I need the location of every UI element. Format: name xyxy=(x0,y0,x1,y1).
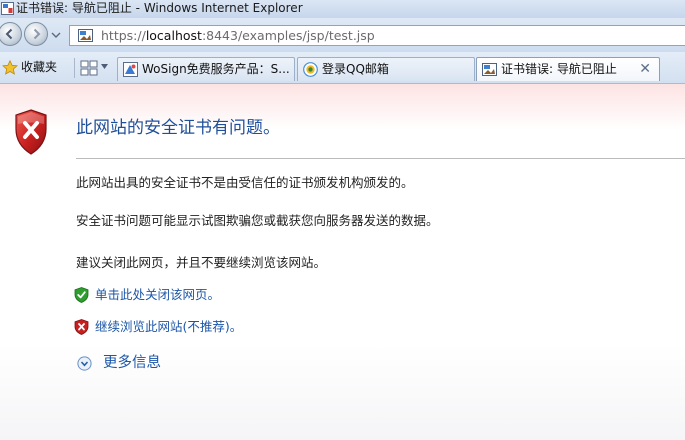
expand-chevron-down-icon xyxy=(77,356,92,371)
red-shield-x-icon xyxy=(74,319,89,335)
page-icon xyxy=(78,29,93,42)
arrow-right-icon xyxy=(33,28,41,40)
continue-to-website-link[interactable]: 继续浏览此网站(不推荐)。 xyxy=(95,319,242,335)
title-divider xyxy=(76,158,685,159)
tab-label: 登录QQ邮箱 xyxy=(322,62,389,76)
favorites-star-icon[interactable] xyxy=(2,60,18,75)
navigation-bar: https://localhost:8443/examples/jsp/test… xyxy=(0,18,685,52)
qq-mail-icon xyxy=(303,62,318,77)
tab-certificate-error[interactable]: 证书错误: 导航已阻止 ✕ xyxy=(476,57,660,81)
toolbar-divider xyxy=(74,58,75,78)
red-shield-error-icon xyxy=(15,109,47,155)
certificate-error-page: 此网站的安全证书有问题。 此网站出具的安全证书不是由受信任的证书颁发机构颁发的。… xyxy=(0,84,685,440)
url-path: :8443/examples/jsp/test.jsp xyxy=(201,28,375,43)
tab-label: WoSign免费服务产品：S... xyxy=(142,62,290,76)
close-tab-icon[interactable]: ✕ xyxy=(639,61,651,77)
url-scheme: https:// xyxy=(101,28,146,43)
address-url[interactable]: https://localhost:8443/examples/jsp/test… xyxy=(101,28,375,43)
error-description: 此网站出具的安全证书不是由受信任的证书颁发机构颁发的。 xyxy=(76,175,414,190)
tab-list-chevron-down-icon[interactable] xyxy=(101,64,108,70)
error-risk-description: 安全证书问题可能显示试图欺骗您或截获您向服务器发送的数据。 xyxy=(76,213,439,228)
tab-label: 证书错误: 导航已阻止 xyxy=(501,62,617,76)
recommendation-text: 建议关闭此网页，并且不要继续浏览该网站。 xyxy=(76,255,327,270)
tab-wosign[interactable]: WoSign免费服务产品：S... xyxy=(117,57,295,81)
page-title: 此网站的安全证书有问题。 xyxy=(76,118,280,138)
more-information-link[interactable]: 更多信息 xyxy=(103,354,161,373)
forward-button[interactable] xyxy=(24,22,48,46)
wosign-icon xyxy=(123,62,138,77)
tab-qq-mail[interactable]: 登录QQ邮箱 xyxy=(297,57,475,81)
quick-tabs-grid-icon[interactable] xyxy=(80,60,98,76)
page-icon xyxy=(482,63,497,76)
back-button[interactable] xyxy=(0,22,22,46)
window-title-bar[interactable]: 证书错误: 导航已阻止 - Windows Internet Explorer xyxy=(0,0,685,18)
arrow-left-icon xyxy=(5,28,13,40)
url-host: localhost xyxy=(145,28,202,43)
recent-pages-chevron-down-icon[interactable] xyxy=(51,30,61,40)
certificate-error-page-icon xyxy=(1,2,14,15)
close-page-link[interactable]: 单击此处关闭该网页。 xyxy=(95,287,220,303)
green-shield-check-icon xyxy=(74,287,89,303)
favorites-tab-bar: 收藏夹 WoSign免费服务产品：S... 登录QQ邮箱 证书错误: 导航已阻止… xyxy=(0,52,685,84)
window-title: 证书错误: 导航已阻止 - Windows Internet Explorer xyxy=(16,1,303,15)
favorites-button[interactable]: 收藏夹 xyxy=(21,60,57,75)
address-bar[interactable]: https://localhost:8443/examples/jsp/test… xyxy=(69,25,685,46)
